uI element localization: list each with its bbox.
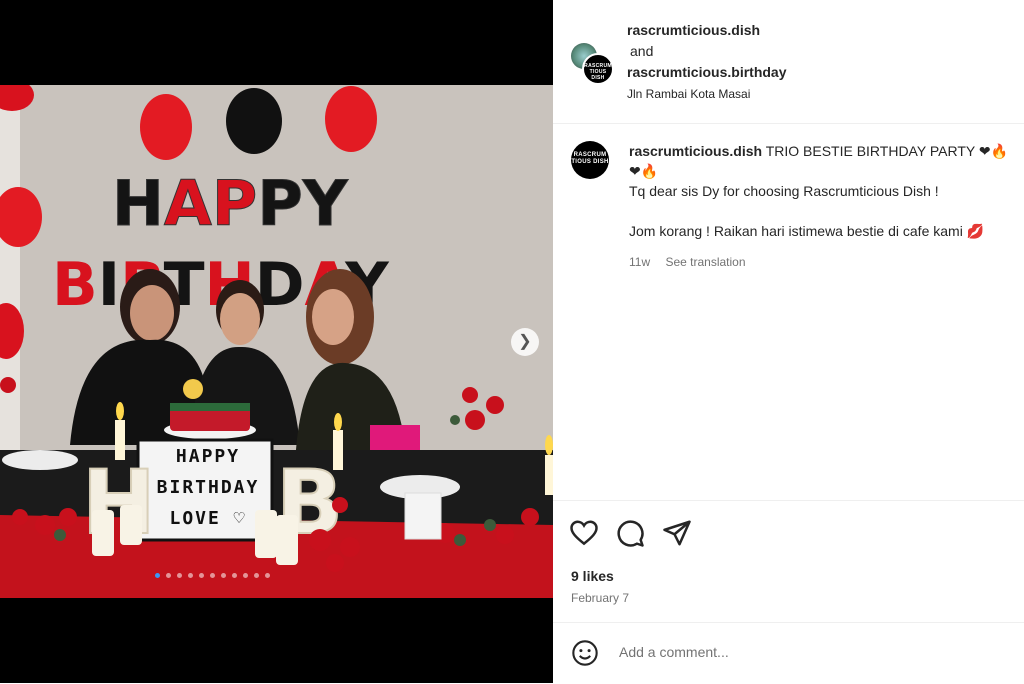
paper-plane-icon[interactable] <box>662 518 692 548</box>
lightbox-line-2: BIRTHDAY <box>156 477 260 498</box>
carousel-dot <box>188 573 193 578</box>
chevron-right-icon: ❯ <box>518 333 532 350</box>
avatar-logo-text: RASCRUM TIOUS DISH <box>584 63 612 81</box>
caption-avatar-logo-text: RASCRUM TIOUS DISH <box>571 152 609 165</box>
next-slide-button[interactable]: ❯ <box>511 328 539 356</box>
author-joiner: and <box>630 43 654 59</box>
post-header: RASCRUM TIOUS DISH rascrumticious.dish a… <box>553 0 1024 124</box>
caption-line-1-emoji: ❤🔥 <box>978 143 1009 159</box>
post-sidebar: RASCRUM TIOUS DISH rascrumticious.dish a… <box>553 0 1024 683</box>
comment-bar <box>553 622 1024 684</box>
lightbox-line-1: HAPPY <box>175 446 241 467</box>
heart-icon[interactable] <box>569 518 599 548</box>
caption-line-2: ❤🔥 <box>629 163 659 179</box>
action-divider <box>553 500 1024 502</box>
balloon-letters-happy: HAPPY <box>112 167 349 240</box>
post-photo[interactable]: HAPPY BIRTHDAY <box>0 85 553 598</box>
author-2-username[interactable]: rascrumticious.birthday <box>627 64 787 80</box>
caption-username[interactable]: rascrumticious.dish <box>629 143 762 159</box>
carousel-dot <box>265 573 270 578</box>
caption-meta: 11w See translation <box>629 255 758 269</box>
see-translation-link[interactable]: See translation <box>665 255 745 269</box>
carousel-dot <box>232 573 237 578</box>
carousel-dot <box>221 573 226 578</box>
avatar-dish[interactable]: RASCRUM TIOUS DISH <box>582 53 614 85</box>
carousel-dot <box>243 573 248 578</box>
post-caption: rascrumticious.dish TRIO BESTIE BIRTHDAY… <box>629 141 1024 241</box>
carousel-dot <box>210 573 215 578</box>
post-media: HAPPY BIRTHDAY <box>0 0 553 683</box>
caption-avatar[interactable]: RASCRUM TIOUS DISH <box>571 141 609 179</box>
carousel-dot <box>155 573 160 578</box>
comment-bubble-icon[interactable] <box>615 518 645 548</box>
party-scene: HAPPY BIRTHDAY <box>0 85 553 598</box>
carousel-dot <box>166 573 171 578</box>
location-link[interactable]: Jln Rambai Kota Masai <box>627 87 750 101</box>
caption-line-1: TRIO BESTIE BIRTHDAY PARTY <box>765 143 975 159</box>
carousel-dot <box>177 573 182 578</box>
caption-line-4: Jom korang ! Raikan hari istimewa bestie… <box>629 223 985 239</box>
author-1-username[interactable]: rascrumticious.dish <box>627 22 760 38</box>
smiley-icon[interactable] <box>571 639 599 667</box>
caption-line-3: Tq dear sis Dy for choosing Rascrumticio… <box>629 183 939 199</box>
lightbox-line-3: LOVE ♡ <box>169 508 247 529</box>
comment-input[interactable] <box>617 643 1001 661</box>
carousel-dot <box>199 573 204 578</box>
post-age: 11w <box>629 255 651 269</box>
carousel-dots <box>155 573 270 578</box>
carousel-dot <box>254 573 259 578</box>
post-date: February 7 <box>571 591 630 605</box>
likes-count[interactable]: 9 likes <box>571 568 614 584</box>
